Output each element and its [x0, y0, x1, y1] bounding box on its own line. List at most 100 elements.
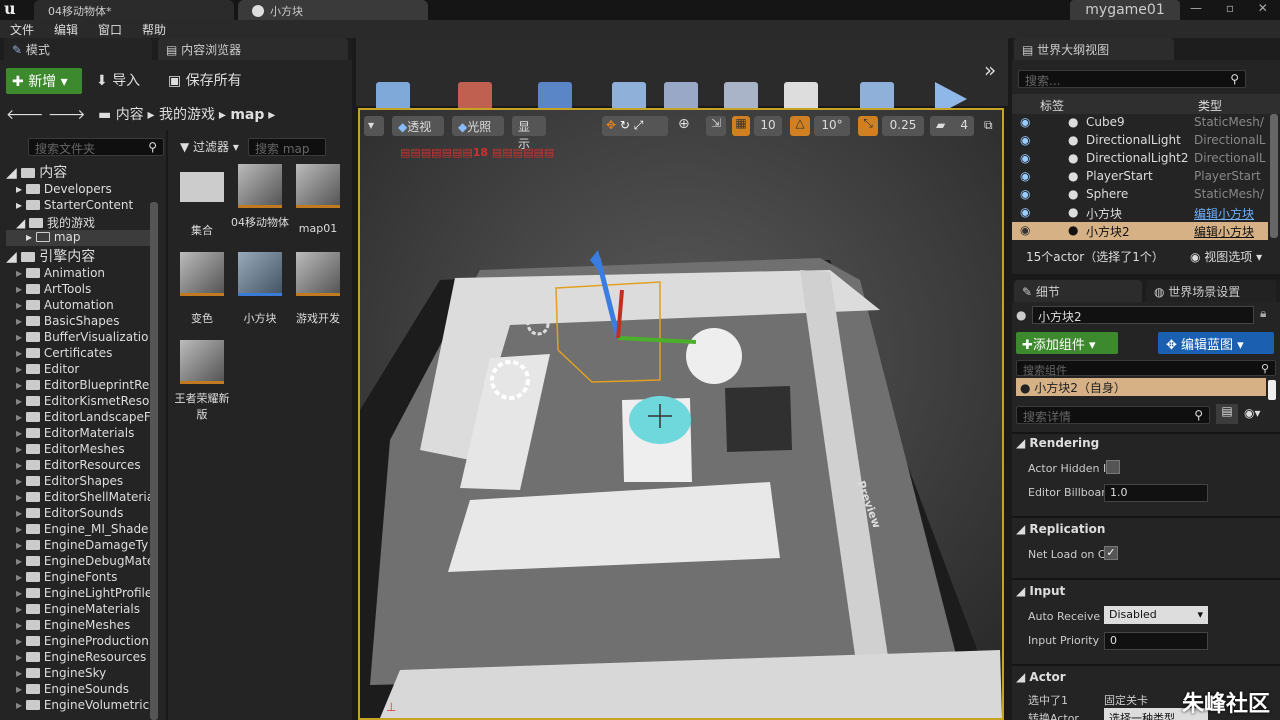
outliner-row[interactable]: ◉ ● 小方块 编辑小方块 — [1012, 204, 1268, 222]
tree-item-map[interactable]: ▸ map — [6, 230, 156, 246]
section-input[interactable]: ◢ Input — [1016, 584, 1065, 598]
visibility-filter-icon[interactable]: ◉▾ — [1244, 406, 1261, 420]
tree-item-engine-folder[interactable]: ▸ EditorShapes — [6, 474, 156, 490]
grid-snap-value[interactable]: 10 — [754, 116, 782, 136]
tab-modes[interactable]: ✎ 模式 — [4, 38, 152, 60]
tree-item-engine-folder[interactable]: ▸ Animation — [6, 266, 156, 282]
grid-snap-icon[interactable]: ▦ — [732, 116, 750, 136]
rotation-snap-value[interactable]: 10° — [814, 116, 850, 136]
outliner-scrollbar[interactable] — [1270, 114, 1278, 238]
filters-button[interactable]: ▼ 过滤器 ▾ — [180, 138, 239, 155]
tree-item-engine-folder[interactable]: ▸ EditorShellMateria — [6, 490, 156, 506]
column-label[interactable]: 标签 — [1040, 97, 1064, 114]
breadcrumb-map[interactable]: map — [230, 107, 264, 123]
save-all-button[interactable]: ▣ 保存所有 — [168, 70, 242, 90]
window-controls[interactable]: — ▫ ✕ — [1186, 0, 1280, 20]
object-name-input[interactable]: 小方块2 — [1032, 306, 1254, 324]
tree-item-engine-folder[interactable]: ▸ EngineFonts — [6, 570, 156, 586]
world-local-icon[interactable]: ⊕ — [678, 116, 690, 132]
menu-edit[interactable]: 编辑 — [54, 21, 78, 38]
menu-window[interactable]: 窗口 — [98, 21, 122, 38]
input-priority-input[interactable]: 0 — [1104, 632, 1208, 650]
tree-item-engine-folder[interactable]: ▸ Certificates — [6, 346, 156, 362]
tree-item-starter-content[interactable]: ▸ StarterContent — [6, 198, 156, 214]
tab-world-settings[interactable]: ◍ 世界场景设置 — [1146, 280, 1276, 302]
asset-tile[interactable]: 王者荣耀新版 — [172, 340, 232, 422]
asset-tile[interactable]: 集合 — [172, 164, 232, 238]
tree-item-engine-folder[interactable]: ▸ BufferVisualizatio — [6, 330, 156, 346]
eye-icon[interactable]: ◉ — [1020, 115, 1030, 129]
actor-type[interactable]: 编辑小方块 — [1194, 223, 1266, 240]
outliner-row[interactable]: ◉ ● DirectionalLight2 DirectionalL — [1012, 150, 1268, 168]
tree-item-engine-folder[interactable]: ▸ EngineResources — [6, 650, 156, 666]
surface-snap-icon[interactable]: ⇲ — [706, 116, 726, 136]
tree-item-engine-folder[interactable]: ▸ Engine_MI_Shade — [6, 522, 156, 538]
tab-world-outliner[interactable]: ▤ 世界大纲视图 — [1014, 38, 1174, 60]
net-load-checkbox[interactable]: ✓ — [1104, 546, 1118, 560]
tree-root-content[interactable]: ◢ 内容 — [6, 162, 156, 182]
eye-icon[interactable]: ◉ — [1020, 133, 1030, 147]
perspective-button[interactable]: ◆透视 — [392, 116, 444, 136]
add-component-button[interactable]: ✚添加组件 ▾ — [1016, 332, 1118, 354]
transform-tools[interactable]: ✥ ↻ ⤢ — [602, 116, 668, 136]
section-actor[interactable]: ◢ Actor — [1016, 670, 1066, 684]
lock-icon[interactable]: 🔒︎ — [1260, 306, 1266, 321]
component-self-item[interactable]: ● 小方块2（自身） — [1016, 378, 1266, 396]
actor-hidden-checkbox[interactable] — [1106, 460, 1120, 474]
tree-item-engine-folder[interactable]: ▸ BasicShapes — [6, 314, 156, 330]
eye-icon[interactable]: ◉ — [1020, 223, 1030, 237]
edit-blueprint-button[interactable]: ✥ 编辑蓝图 ▾ — [1158, 332, 1274, 354]
tree-item-engine-folder[interactable]: ▸ EngineVolumetric: — [6, 698, 156, 714]
camera-speed-button[interactable]: ▰ 4 — [930, 116, 974, 136]
tree-item-engine-folder[interactable]: ▸ EngineMeshes — [6, 618, 156, 634]
tree-item-engine-folder[interactable]: ▸ EngineSky — [6, 666, 156, 682]
tree-scrollbar[interactable] — [150, 202, 158, 720]
components-scrollbar[interactable] — [1268, 380, 1276, 400]
tree-item-engine-folder[interactable]: ▸ Editor — [6, 362, 156, 378]
outliner-row[interactable]: ◉ ● 小方块2 编辑小方块 — [1012, 222, 1268, 240]
tree-item-engine-folder[interactable]: ▸ EditorMaterials — [6, 426, 156, 442]
eye-icon[interactable]: ◉ — [1020, 151, 1030, 165]
tree-item-engine-folder[interactable]: ▸ EngineLightProfile — [6, 586, 156, 602]
outliner-search-input[interactable]: 搜索... ⚲ — [1018, 70, 1246, 88]
outliner-row[interactable]: ◉ ● Sphere StaticMesh/ — [1012, 186, 1268, 204]
tree-item-engine-folder[interactable]: ▸ EngineSounds — [6, 682, 156, 698]
blueprint-tab[interactable]: 小方块 — [238, 0, 428, 20]
section-replication[interactable]: ◢ Replication — [1016, 522, 1105, 536]
view-options-button[interactable]: ◉ 视图选项 ▾ — [1190, 248, 1262, 265]
tree-item-engine-folder[interactable]: ▸ EditorBlueprintRes — [6, 378, 156, 394]
rotation-snap-icon[interactable]: △ — [790, 116, 810, 136]
import-button[interactable]: ⬇ 导入 — [96, 70, 140, 90]
tree-item-engine-folder[interactable]: ▸ EditorMeshes — [6, 442, 156, 458]
menu-help[interactable]: 帮助 — [142, 21, 166, 38]
tree-item-my-game[interactable]: ◢ 我的游戏 — [6, 214, 156, 230]
search-components-input[interactable]: 搜索组件 ⚲ — [1016, 360, 1276, 377]
asset-tile[interactable]: 小方块 — [230, 252, 290, 326]
breadcrumb-my-game[interactable]: 我的游戏 — [159, 107, 215, 123]
section-rendering[interactable]: ◢ Rendering — [1016, 436, 1099, 450]
tree-item-engine-folder[interactable]: ▸ EditorSounds — [6, 506, 156, 522]
tree-item-engine-folder[interactable]: ▸ EngineProduction — [6, 634, 156, 650]
add-new-button[interactable]: ✚ 新增 ▾ — [6, 68, 82, 94]
tree-item-developers[interactable]: ▸ Developers — [6, 182, 156, 198]
search-details-input[interactable]: 搜索详情 ⚲ — [1016, 406, 1210, 424]
property-matrix-icon[interactable]: ▤ — [1216, 404, 1238, 424]
tree-item-engine-folder[interactable]: ▸ EngineDebugMate — [6, 554, 156, 570]
show-button[interactable]: 显示 — [512, 116, 546, 151]
level-tab[interactable]: 04移动物体* — [34, 0, 234, 20]
eye-icon[interactable]: ◉ — [1020, 187, 1030, 201]
asset-tile[interactable]: map01 — [288, 164, 348, 235]
tree-item-engine-folder[interactable]: ▸ Automation — [6, 298, 156, 314]
eye-icon[interactable]: ◉ — [1020, 205, 1030, 219]
tab-details[interactable]: ✎ 细节 — [1014, 280, 1142, 302]
menu-file[interactable]: 文件 — [10, 21, 34, 38]
search-assets-input[interactable]: 搜索 map — [248, 138, 326, 156]
level-viewport[interactable]: ▾ ◆透视 ◆光照 显示 ✥ ↻ ⤢ ⊕ ⇲ ▦ 10 △ 10° ⤡ 0.25… — [358, 108, 1004, 720]
billboard-input[interactable]: 1.0 — [1104, 484, 1208, 502]
maximize-viewport-icon[interactable]: ⧉ — [984, 118, 993, 133]
outliner-row[interactable]: ◉ ● Cube9 StaticMesh/ — [1012, 114, 1268, 132]
tab-content-browser[interactable]: ▤ 内容浏览器 — [158, 38, 348, 60]
toolbar-overflow-icon[interactable]: » — [984, 58, 996, 82]
actor-type[interactable]: 编辑小方块 — [1194, 205, 1266, 222]
eye-icon[interactable]: ◉ — [1020, 169, 1030, 183]
